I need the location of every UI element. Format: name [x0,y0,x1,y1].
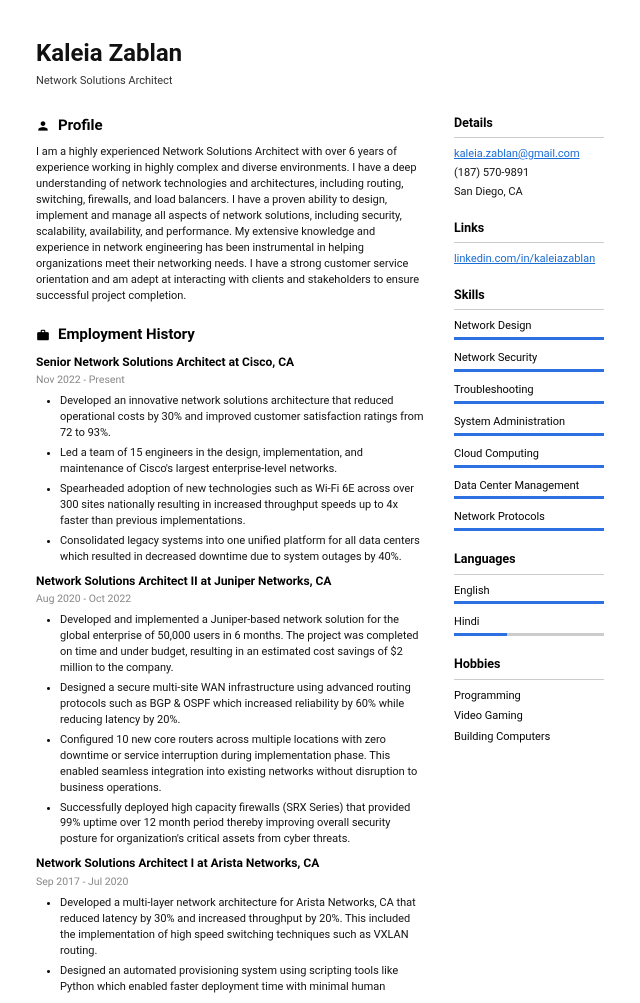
external-link[interactable]: linkedin.com/in/kaleiazablan [454,252,595,265]
skill-name: Network Security [454,350,604,366]
job-bullet: Configured 10 new core routers across mu… [60,732,426,796]
job-title: Senior Network Solutions Architect at Ci… [36,354,426,371]
person-name: Kaleia Zablan [36,36,604,71]
skill-name: Hindi [454,614,604,630]
skill-bar [454,496,604,499]
phone-text: (187) 570-9891 [454,165,604,181]
skill-item: Network Security [454,350,604,372]
skill-item: Hindi [454,614,604,636]
job-entry: Network Solutions Architect I at Arista … [36,855,426,994]
job-entry: Senior Network Solutions Architect at Ci… [36,354,426,565]
details-heading: Details [454,115,604,138]
job-bullet: Successfully deployed high capacity fire… [60,800,426,848]
skill-item: Data Center Management [454,478,604,500]
skill-name: System Administration [454,414,604,430]
skill-item: Troubleshooting [454,382,604,404]
links-heading: Links [454,220,604,243]
skill-bar [454,633,604,636]
person-title: Network Solutions Architect [36,73,604,89]
hobbies-heading: Hobbies [454,656,604,679]
skill-name: English [454,583,604,599]
skill-item: English [454,583,604,605]
skill-bar [454,465,604,468]
hobby-item: Programming [454,688,604,704]
skill-name: Network Protocols [454,509,604,525]
skill-bar [454,369,604,372]
skill-item: Network Design [454,318,604,340]
skill-bar [454,528,604,531]
job-title: Network Solutions Architect I at Arista … [36,855,426,872]
skill-name: Data Center Management [454,478,604,494]
person-icon [36,119,50,133]
job-bullet: Designed an automated provisioning syste… [60,963,426,995]
skill-item: Network Protocols [454,509,604,531]
job-bullet: Consolidated legacy systems into one uni… [60,533,426,565]
job-dates: Nov 2022 - Present [36,372,426,387]
skills-heading: Skills [454,287,604,310]
job-bullet: Developed an innovative network solution… [60,393,426,441]
skill-bar [454,433,604,436]
skill-bar [454,337,604,340]
languages-heading: Languages [454,551,604,574]
job-entry: Network Solutions Architect II at Junipe… [36,573,426,848]
job-title: Network Solutions Architect II at Junipe… [36,573,426,590]
skill-name: Network Design [454,318,604,334]
job-bullet: Spearheaded adoption of new technologies… [60,481,426,529]
email-link[interactable]: kaleia.zablan@gmail.com [454,147,580,160]
job-bullet: Led a team of 15 engineers in the design… [60,445,426,477]
skill-item: Cloud Computing [454,446,604,468]
skill-item: System Administration [454,414,604,436]
hobby-item: Building Computers [454,729,604,745]
skill-name: Troubleshooting [454,382,604,398]
job-bullet: Developed and implemented a Juniper-base… [60,612,426,676]
employment-heading: Employment History [36,324,426,346]
briefcase-icon [36,328,50,342]
job-dates: Sep 2017 - Jul 2020 [36,874,426,889]
profile-heading: Profile [36,115,426,137]
skill-bar [454,601,604,604]
skill-bar [454,401,604,404]
job-dates: Aug 2020 - Oct 2022 [36,591,426,606]
skill-name: Cloud Computing [454,446,604,462]
profile-text: I am a highly experienced Network Soluti… [36,144,426,303]
job-bullet: Designed a secure multi-site WAN infrast… [60,680,426,728]
hobby-item: Video Gaming [454,708,604,724]
location-text: San Diego, CA [454,184,604,200]
